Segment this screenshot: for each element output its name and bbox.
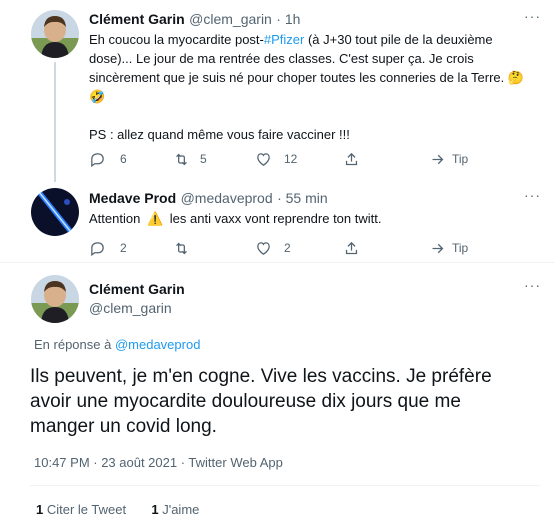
tweet-1[interactable]: Clément Garin @clem_garin · 1h ··· Eh co… bbox=[0, 0, 555, 182]
tweet-stats: 1 Citer le Tweet 1 J'aime bbox=[36, 502, 199, 517]
share-icon bbox=[345, 152, 358, 165]
retweet-icon bbox=[176, 242, 187, 254]
tweet-header: Medave Prod @medaveprod · 55 min bbox=[89, 190, 328, 208]
retweet-button[interactable] bbox=[173, 237, 204, 259]
reply-icon bbox=[91, 152, 104, 167]
tip-button[interactable]: Tip bbox=[429, 148, 468, 170]
quote-stat[interactable]: 1 Citer le Tweet bbox=[36, 502, 126, 517]
share-icon bbox=[345, 241, 358, 254]
like-icon bbox=[257, 241, 270, 255]
tip-button[interactable]: Tip bbox=[429, 237, 468, 259]
thinking-emoji: 🤔 bbox=[507, 70, 525, 85]
more-icon[interactable]: ··· bbox=[524, 277, 541, 293]
reply-button[interactable]: 6 bbox=[89, 148, 127, 170]
reply-context: En réponse à @medaveprod bbox=[34, 337, 201, 352]
tweet-actions: 2 2 Tip bbox=[89, 237, 529, 259]
hashtag-link[interactable]: #Pfizer bbox=[264, 32, 304, 47]
divider bbox=[30, 485, 540, 486]
reply-handle-link[interactable]: @medaveprod bbox=[115, 337, 200, 352]
tip-icon bbox=[432, 154, 444, 164]
rofl-emoji: 🤣 bbox=[89, 89, 106, 104]
like-stat[interactable]: 1 J'aime bbox=[151, 502, 199, 517]
like-button[interactable]: 12 bbox=[255, 148, 297, 170]
thread-line bbox=[54, 62, 56, 182]
share-button[interactable] bbox=[343, 148, 360, 170]
retweet-button[interactable]: 5 bbox=[173, 148, 207, 170]
like-icon bbox=[257, 152, 270, 166]
author-name[interactable]: Medave Prod bbox=[89, 190, 176, 206]
like-button[interactable]: 2 bbox=[255, 237, 291, 259]
avatar[interactable] bbox=[31, 10, 79, 58]
author-name[interactable]: Clément Garin bbox=[89, 11, 185, 27]
reply-button[interactable]: 2 bbox=[89, 237, 127, 259]
avatar[interactable] bbox=[31, 188, 79, 236]
reply-icon bbox=[91, 241, 104, 256]
tweet-text: Ils peuvent, je m'en cogne. Vive les vac… bbox=[30, 366, 492, 437]
tweet-time[interactable]: · 55 min bbox=[277, 190, 328, 206]
tweet-timestamp[interactable]: 10:47 PM · 23 août 2021 · Twitter Web Ap… bbox=[34, 455, 283, 470]
tweet-time[interactable]: · 1h bbox=[276, 11, 300, 27]
author-name[interactable]: Clément Garin bbox=[89, 281, 185, 297]
warning-emoji: ⚠️ bbox=[146, 211, 164, 226]
tip-icon bbox=[432, 243, 444, 253]
author-handle[interactable]: @medaveprod bbox=[181, 190, 273, 206]
tweet-header: Clément Garin @clem_garin · 1h bbox=[89, 11, 300, 29]
retweet-icon bbox=[176, 153, 187, 165]
tweet-header: Clément Garin @clem_garin bbox=[89, 281, 185, 316]
author-handle[interactable]: @clem_garin bbox=[89, 300, 185, 316]
tweet-text: Attention ⚠️ les anti vaxx vont reprendr… bbox=[89, 211, 382, 226]
tweet-text: Eh coucou la myocardite post-#Pfizer (à … bbox=[89, 30, 539, 144]
more-icon[interactable]: ··· bbox=[524, 187, 541, 203]
more-icon[interactable]: ··· bbox=[524, 8, 541, 24]
tweet-actions: 6 5 12 Tip bbox=[89, 148, 529, 170]
avatar[interactable] bbox=[31, 275, 79, 323]
author-handle[interactable]: @clem_garin bbox=[189, 11, 272, 27]
share-button[interactable] bbox=[343, 237, 360, 259]
tweet-2[interactable]: Medave Prod @medaveprod · 55 min ··· Att… bbox=[0, 180, 555, 260]
